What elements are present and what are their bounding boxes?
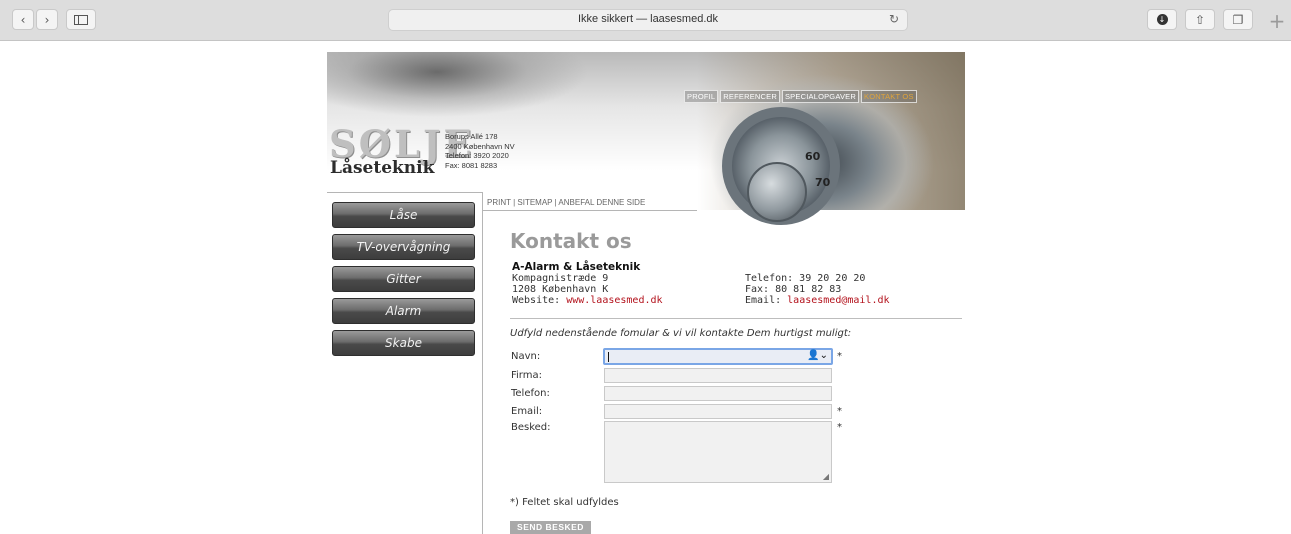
page-title: Kontakt os [510,229,632,253]
text-caret [608,352,609,362]
chevron-right-icon: › [44,12,50,27]
website-label: Website: [512,295,561,306]
email-link[interactable]: laasesmed@mail.dk [787,295,889,306]
forward-button[interactable]: › [36,9,58,30]
sidebar-icon [74,14,88,25]
website: 60 70 PROFIL REFERENCER SPECIALOPGAVER K… [327,52,965,534]
divider [327,192,482,193]
form-intro: Udfyld nedenstående fomular & vi vil kon… [510,328,852,339]
reload-icon[interactable]: ↻ [889,12,899,26]
fax-text: Fax: 80 81 82 83 [745,284,842,295]
address-line: Borups Allé 178 [445,132,498,141]
phone-label: Telefon: [511,388,550,399]
required-mark: * [837,406,842,417]
name-field[interactable]: 👤⌄ [603,348,833,365]
tabs-button[interactable]: ❐ [1223,9,1253,30]
dial-number: 60 [805,150,821,163]
sidebar-toggle-button[interactable] [66,9,96,30]
email-field[interactable] [604,404,832,419]
company-city: 1208 København K [512,284,609,295]
message-textarea[interactable]: ◢ [604,421,832,483]
side-menu: Låse TV-overvågning Gitter Alarm Skabe [332,202,475,362]
email-label: Email: [511,406,543,417]
menu-item-skabe[interactable]: Skabe [332,330,475,356]
message-label: Besked: [511,422,551,433]
address-line: Telefon: 3920 2020 [445,151,509,160]
nav-kontakt-os[interactable]: KONTAKT OS [861,90,917,103]
divider [510,318,962,319]
download-icon: ↓ [1156,14,1168,25]
dial-number: 70 [815,176,831,189]
share-icon: ⇧ [1194,12,1206,27]
contact-info: Telefon: 39 20 20 20 Fax: 80 81 82 83 Em… [745,273,890,306]
resize-grip-icon[interactable]: ◢ [823,472,829,481]
company-info: A-Alarm & Låseteknik Kompagnistræde 9 12… [512,261,663,307]
company-label: Firma: [511,370,542,381]
required-mark: * [837,351,842,362]
company-name: A-Alarm & Låseteknik [512,261,641,273]
menu-item-lase[interactable]: Låse [332,202,475,228]
logo-laseteknik: Låseteknik [330,158,435,178]
name-label: Navn: [511,351,541,362]
safe-dial-knob [747,162,807,222]
top-navigation: PROFIL REFERENCER SPECIALOPGAVER KONTAKT… [684,90,917,103]
contact-autofill-icon[interactable]: 👤⌄ [807,350,828,361]
nav-referencer[interactable]: REFERENCER [720,90,780,103]
address-text: Ikke sikkert — laasesmed.dk [578,13,718,25]
company-street: Kompagnistræde 9 [512,273,609,284]
menu-item-alarm[interactable]: Alarm [332,298,475,324]
required-mark: * [837,422,842,433]
browser-toolbar: ‹ › Ikke sikkert — laasesmed.dk ↻ ↓ ⇧ ❐ … [0,0,1291,41]
company-address: Borups Allé 178 2400 København NV Telefo… [445,132,515,170]
back-button[interactable]: ‹ [12,9,34,30]
nav-profil[interactable]: PROFIL [684,90,719,103]
divider [482,192,483,534]
company-field[interactable] [604,368,832,383]
downloads-button[interactable]: ↓ [1147,9,1177,30]
menu-item-gitter[interactable]: Gitter [332,266,475,292]
address-line: Fax: 8081 8283 [445,160,498,170]
email-label: Email: [745,295,782,306]
utility-links[interactable]: PRINT | SITEMAP | ANBEFAL DENNE SIDE [487,198,645,207]
new-tab-icon[interactable]: + [1265,11,1289,35]
divider [482,210,697,211]
website-link[interactable]: www.laasesmed.dk [566,295,662,306]
tabs-icon: ❐ [1232,12,1244,27]
phone-field[interactable] [604,386,832,401]
chevron-left-icon: ‹ [20,12,26,27]
send-button[interactable]: SEND BESKED [510,521,591,534]
nav-specialopgaver[interactable]: SPECIALOPGAVER [781,90,860,103]
required-note: *) Feltet skal udfyldes [510,497,619,508]
address-line: 2400 København NV [445,141,515,151]
menu-item-tv-overvagning[interactable]: TV-overvågning [332,234,475,260]
share-button[interactable]: ⇧ [1185,9,1215,30]
phone-text: Telefon: 39 20 20 20 [745,273,866,284]
address-bar[interactable]: Ikke sikkert — laasesmed.dk ↻ [388,9,908,31]
